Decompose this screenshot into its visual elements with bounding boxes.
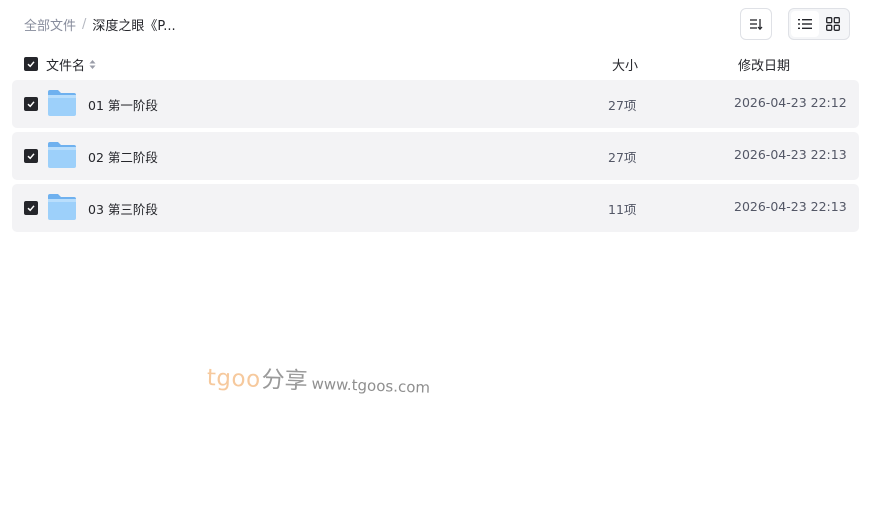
watermark: tgoo 分享 www.tgoos.com <box>206 358 430 400</box>
row-checkbox[interactable] <box>24 97 38 111</box>
breadcrumb-separator: / <box>82 16 87 32</box>
file-modified-date: 2026-04-23 22:12 <box>734 95 847 110</box>
column-header-name[interactable]: 文件名 <box>46 55 96 74</box>
breadcrumb: 全部文件 / 深度之眼《P... <box>24 14 176 34</box>
grid-view-button[interactable] <box>819 11 847 37</box>
folder-icon <box>48 142 76 168</box>
sort-icon <box>750 19 763 31</box>
breadcrumb-current-folder: 深度之眼《P... <box>92 18 176 34</box>
file-row[interactable]: 02 第二阶段 27项 2026-04-23 22:13 <box>12 132 859 180</box>
file-list-header: 文件名 大小 修改日期 <box>12 52 859 76</box>
file-modified-date: 2026-04-23 22:13 <box>734 199 847 214</box>
row-checkbox[interactable] <box>24 201 38 215</box>
checkmark-icon <box>27 205 35 212</box>
grid-view-icon <box>826 17 840 31</box>
folder-icon <box>48 90 76 116</box>
file-name[interactable]: 02 第二阶段 <box>88 147 158 166</box>
file-row[interactable]: 03 第三阶段 11项 2026-04-23 22:13 <box>12 184 859 232</box>
view-mode-toggle <box>788 8 850 40</box>
file-name[interactable]: 03 第三阶段 <box>88 199 158 218</box>
column-header-modified[interactable]: 修改日期 <box>738 55 790 74</box>
checkmark-icon <box>27 153 35 160</box>
file-size: 27项 <box>608 98 637 113</box>
checkmark-icon <box>27 61 35 68</box>
file-size: 11项 <box>608 202 637 217</box>
file-row[interactable]: 01 第一阶段 27项 2026-04-23 22:12 <box>12 80 859 128</box>
watermark-suffix: 分享 <box>261 366 309 395</box>
file-browser: 全部文件 / 深度之眼《P... 文件名 大小 修改日期 01 第一阶段 27项… <box>0 0 874 514</box>
row-checkbox[interactable] <box>24 149 38 163</box>
select-all-checkbox[interactable] <box>24 57 38 71</box>
watermark-url: www.tgoos.com <box>311 374 431 397</box>
list-view-icon <box>798 19 812 29</box>
checkmark-icon <box>27 101 35 108</box>
sort-caret-icon <box>89 59 96 70</box>
file-modified-date: 2026-04-23 22:13 <box>734 147 847 162</box>
column-header-size[interactable]: 大小 <box>612 55 638 74</box>
column-header-name-label: 文件名 <box>46 59 86 74</box>
folder-icon <box>48 194 76 220</box>
file-name[interactable]: 01 第一阶段 <box>88 95 158 114</box>
sort-button[interactable] <box>740 8 772 40</box>
file-size: 27项 <box>608 150 637 165</box>
watermark-brand: tgoo <box>206 365 262 393</box>
breadcrumb-root-link[interactable]: 全部文件 <box>24 15 76 34</box>
list-view-button[interactable] <box>791 11 819 37</box>
